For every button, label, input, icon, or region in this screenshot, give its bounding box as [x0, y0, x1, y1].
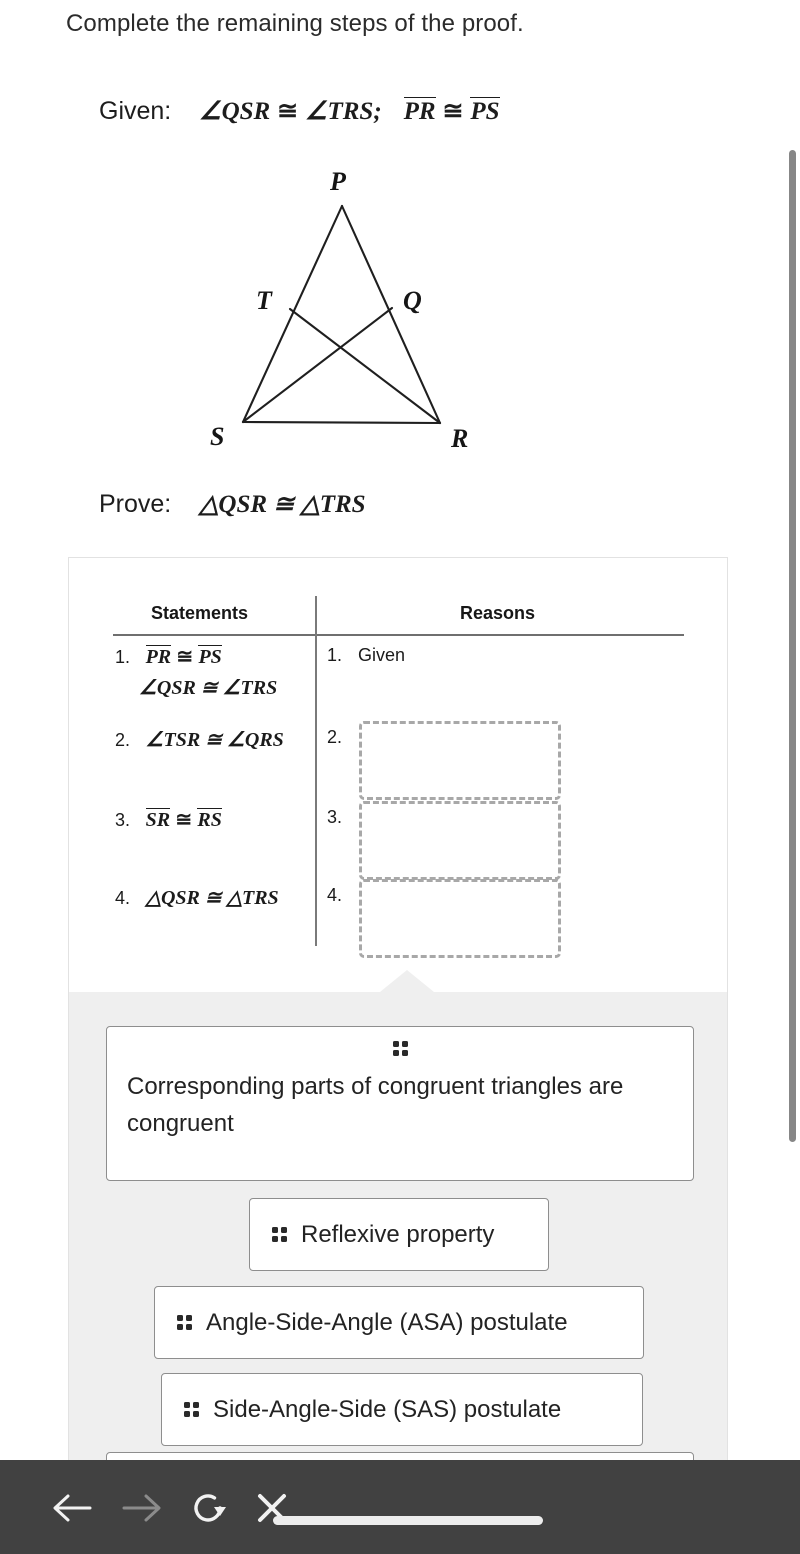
reason-text-1: Given: [358, 645, 406, 665]
given-statement: Given: ∠QSR ≅ ∠TRS; PR ≅ PS: [99, 96, 500, 126]
answer-option-asa-postulate[interactable]: Angle-Side-Angle (ASA) postulate: [154, 1286, 644, 1359]
drag-grip-icon[interactable]: [177, 1315, 192, 1330]
drag-grip-icon[interactable]: [272, 1227, 287, 1242]
statement-2-text: ∠TSR ≅ ∠QRS: [145, 729, 284, 751]
statement-row-2: 2. ∠TSR ≅ ∠QRS: [115, 727, 284, 752]
vertical-scrollbar[interactable]: [789, 150, 796, 1142]
reason-number-2: 2.: [327, 727, 343, 747]
vertex-label-s: S: [210, 422, 224, 451]
statement-number-4: 4.: [115, 888, 131, 908]
triangle-svg: P T Q S R: [210, 167, 468, 453]
reason-number-3: 3.: [327, 807, 343, 827]
statement-row-3: 3. SR ≅ RS: [115, 807, 222, 832]
proof-table-card: Statements Reasons 1. PR ≅ PS ∠QSR ≅ ∠TR…: [68, 557, 728, 992]
given-angle-trs: ∠TRS;: [305, 98, 382, 125]
given-angle-qsr: ∠QSR: [199, 98, 271, 125]
back-arrow-icon: [53, 1494, 92, 1522]
home-indicator-bar[interactable]: [273, 1516, 543, 1525]
segment-pr: [340, 204, 442, 425]
reason-dropzone-3[interactable]: [359, 801, 561, 880]
drag-grip-icon[interactable]: [184, 1402, 199, 1417]
scrollbar-thumb[interactable]: [789, 150, 796, 1142]
segment-sr: [241, 420, 442, 425]
tray-caret-icon: [380, 970, 434, 992]
drag-grip-icon[interactable]: [392, 1041, 408, 1056]
reason-1-number-and-text: 1. Given: [327, 645, 405, 666]
vertex-label-t: T: [256, 286, 273, 315]
page-root: Complete the remaining steps of the proo…: [0, 0, 800, 1554]
segment-tr: [288, 307, 442, 425]
forward-button[interactable]: [118, 1490, 166, 1526]
statement-1-segment-pr: PR: [145, 645, 172, 668]
statement-number-2: 2.: [115, 730, 131, 750]
prove-label: Prove:: [99, 490, 172, 518]
statement-4-text: △QSR ≅ △TRS: [145, 887, 279, 909]
congruent-symbol-2: ≅: [442, 98, 464, 125]
statement-3-segment-sr: SR: [145, 808, 171, 831]
column-header-statements: Statements: [151, 603, 249, 623]
statement-row-1-line2: ∠QSR ≅ ∠TRS: [139, 675, 277, 700]
given-label: Given:: [99, 97, 172, 125]
vertex-label-p: P: [329, 167, 347, 196]
statement-3-congruent: ≅: [175, 809, 193, 831]
answer-option-label: Side-Angle-Side (SAS) postulate: [213, 1395, 562, 1423]
header-rule: [113, 634, 684, 636]
page-title: Complete the remaining steps of the proo…: [66, 10, 524, 37]
segment-qs: [241, 306, 394, 424]
reload-icon: [194, 1494, 226, 1522]
answer-option-label: Angle-Side-Angle (ASA) postulate: [206, 1308, 568, 1336]
given-segment-pr: PR: [403, 97, 436, 125]
vertex-label-q: Q: [403, 286, 422, 315]
given-segment-ps: PS: [470, 97, 500, 125]
reason-number-4: 4.: [327, 885, 343, 905]
statement-number-1: 1.: [115, 647, 131, 667]
column-divider: [315, 596, 317, 946]
reason-dropzone-4[interactable]: [359, 879, 561, 958]
answer-option-cpctc[interactable]: Corresponding parts of congruent triangl…: [106, 1026, 694, 1181]
congruent-symbol-1: ≅: [277, 98, 299, 125]
statement-1-segment-ps: PS: [198, 645, 222, 668]
statement-1-angles: ∠QSR ≅ ∠TRS: [139, 677, 278, 699]
answer-bank-tray: Corresponding parts of congruent triangl…: [68, 970, 728, 1525]
reason-number-1: 1.: [327, 645, 343, 665]
forward-arrow-icon: [122, 1494, 161, 1522]
prove-expression: △QSR ≅ △TRS: [199, 491, 366, 518]
back-button[interactable]: [48, 1490, 96, 1526]
reason-dropzone-2[interactable]: [359, 721, 561, 800]
statement-number-3: 3.: [115, 810, 131, 830]
answer-option-reflexive-property[interactable]: Reflexive property: [249, 1198, 549, 1271]
answer-option-label: Corresponding parts of congruent triangl…: [127, 1073, 624, 1138]
browser-navigation-bar: [0, 1460, 800, 1554]
statement-3-segment-rs: RS: [197, 808, 222, 831]
column-header-reasons: Reasons: [460, 603, 536, 623]
prove-statement: Prove: △QSR ≅ △TRS: [99, 489, 366, 519]
statement-1-congruent: ≅: [176, 646, 194, 668]
reload-button[interactable]: [188, 1488, 230, 1528]
vertex-label-r: R: [450, 424, 468, 453]
triangle-diagram: P T Q S R: [170, 162, 500, 462]
answer-option-label: Reflexive property: [301, 1220, 495, 1248]
answer-option-sas-postulate[interactable]: Side-Angle-Side (SAS) postulate: [161, 1373, 643, 1446]
statement-row-4: 4. △QSR ≅ △TRS: [115, 885, 279, 910]
statement-row-1: 1. PR ≅ PS: [115, 644, 222, 669]
